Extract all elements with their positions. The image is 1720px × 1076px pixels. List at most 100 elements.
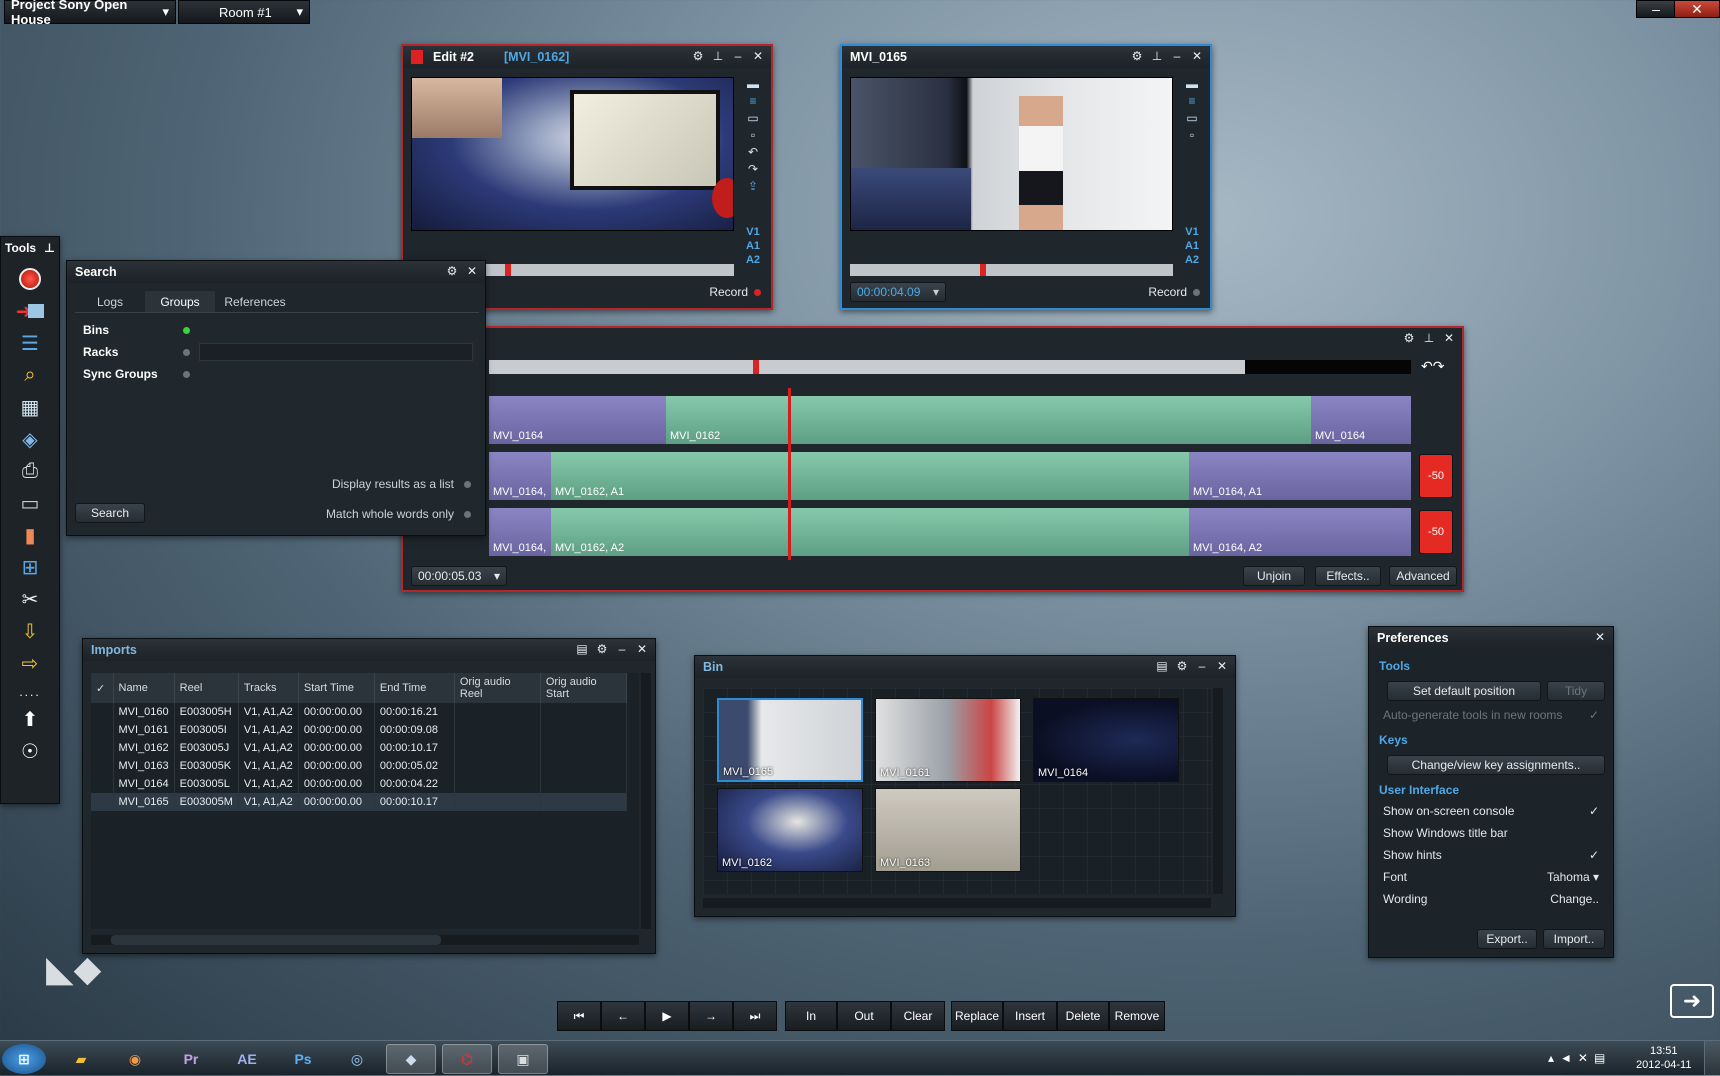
colorbars-tool-icon[interactable]: ▮ bbox=[15, 523, 45, 547]
minimize-icon[interactable]: – bbox=[1170, 49, 1184, 63]
redo-icon[interactable]: ↷ bbox=[748, 162, 758, 176]
clip-v-1[interactable]: MVI_0164 bbox=[489, 396, 666, 444]
unjoin-button[interactable]: Unjoin bbox=[1243, 566, 1305, 586]
close-icon[interactable]: ✕ bbox=[465, 264, 479, 278]
column-header[interactable]: ✓ bbox=[91, 673, 114, 703]
folder-icon[interactable]: ▬ bbox=[747, 77, 759, 91]
match-words-option[interactable]: Match whole words only bbox=[326, 507, 471, 521]
bin-clip-3[interactable]: MVI_0164 bbox=[1033, 698, 1179, 782]
clip-a1-3[interactable]: MVI_0164, A1 bbox=[1189, 452, 1411, 500]
undo-icon[interactable]: ↶ bbox=[748, 145, 758, 159]
window-icon[interactable]: ▭ bbox=[1186, 111, 1197, 125]
font-option[interactable]: Font Tahoma ▾ bbox=[1383, 867, 1599, 887]
close-icon[interactable]: ✕ bbox=[1442, 331, 1456, 345]
bin-clip-4[interactable]: MVI_0162 bbox=[717, 788, 863, 872]
search-button[interactable]: Search bbox=[75, 503, 145, 523]
step-back-button[interactable]: ← bbox=[601, 1001, 645, 1031]
bin-clip-2[interactable]: MVI_0161 bbox=[875, 698, 1021, 782]
app-icon[interactable]: ◆ bbox=[386, 1044, 436, 1074]
drive-tool-icon[interactable]: ▭ bbox=[15, 491, 45, 515]
settings-icon[interactable]: ⚙ bbox=[1130, 49, 1144, 63]
clear-button[interactable]: Clear bbox=[891, 1001, 945, 1031]
window-icon[interactable]: ▭ bbox=[747, 111, 758, 125]
track-a1[interactable]: A1 bbox=[746, 240, 760, 252]
tray-icons[interactable]: ▴◄✕▤ bbox=[1548, 1051, 1611, 1065]
fingerprint-tool-icon[interactable]: ☉ bbox=[15, 739, 45, 763]
pin-icon[interactable]: ⊥ bbox=[1422, 331, 1436, 345]
close-icon[interactable]: ✕ bbox=[1190, 49, 1204, 63]
tab-groups[interactable]: Groups bbox=[145, 291, 215, 312]
viewer-timecode[interactable]: 00:00:04.09 ▾ bbox=[850, 282, 946, 302]
download-tool-icon[interactable]: ⇩ bbox=[15, 619, 45, 643]
column-header[interactable]: Start Time bbox=[298, 673, 375, 703]
clip-a1-1[interactable]: MVI_0164, bbox=[489, 452, 551, 500]
pin-icon[interactable]: ⊥ bbox=[711, 49, 725, 63]
photoshop-icon[interactable]: Ps bbox=[278, 1044, 328, 1074]
set-default-position-button[interactable]: Set default position bbox=[1387, 681, 1541, 701]
column-header[interactable]: Orig audio Start bbox=[540, 673, 627, 703]
bin-hscrollbar[interactable] bbox=[703, 898, 1211, 908]
remove-button[interactable]: Remove bbox=[1109, 1001, 1165, 1031]
column-header[interactable]: Orig audio Reel bbox=[454, 673, 541, 703]
export-button[interactable]: Export.. bbox=[1477, 929, 1537, 949]
bin-clip-1[interactable]: MVI_0165 bbox=[717, 698, 863, 782]
clip-a2-3[interactable]: MVI_0164, A2 bbox=[1189, 508, 1411, 556]
minimize-icon[interactable]: – bbox=[1195, 659, 1209, 673]
print-tool-icon[interactable]: ⎙ bbox=[15, 459, 45, 483]
imports-hscrollbar[interactable] bbox=[91, 935, 639, 945]
track-a2[interactable]: A2 bbox=[746, 254, 760, 266]
console-option[interactable]: Show on-screen console ✓ bbox=[1383, 801, 1599, 821]
tab-references[interactable]: References bbox=[215, 291, 295, 312]
undo-redo-icons[interactable]: ↶↷ bbox=[1421, 358, 1444, 375]
timeline-playhead[interactable] bbox=[788, 388, 791, 560]
view-toggle-icon[interactable]: ▤ bbox=[575, 642, 589, 656]
bin-clip-5[interactable]: MVI_0163 bbox=[875, 788, 1021, 872]
delete-button[interactable]: Delete bbox=[1057, 1001, 1109, 1031]
auto-generate-option[interactable]: Auto-generate tools in new rooms ✓ bbox=[1383, 705, 1599, 725]
clock[interactable]: 13:51 2012-04-11 bbox=[1636, 1044, 1691, 1072]
wording-option[interactable]: Wording Change.. bbox=[1383, 889, 1599, 909]
minimize-button[interactable]: – bbox=[1636, 0, 1676, 18]
timeline-timecode[interactable]: 00:00:05.03 ▾ bbox=[411, 566, 507, 586]
advanced-button[interactable]: Advanced bbox=[1389, 566, 1457, 586]
column-header[interactable]: Name bbox=[113, 673, 175, 703]
playhead-marker[interactable] bbox=[505, 264, 511, 276]
settings-icon[interactable]: ⚙ bbox=[1175, 659, 1189, 673]
settings-icon[interactable]: ⚙ bbox=[691, 49, 705, 63]
close-icon[interactable]: ✕ bbox=[635, 642, 649, 656]
table-row[interactable]: MVI_0161 E003005I V1, A1,A2 00:00:00.00 00:0… bbox=[91, 721, 627, 739]
racks-toggle[interactable] bbox=[183, 349, 190, 356]
acrobat-icon[interactable]: ⌬ bbox=[442, 1044, 492, 1074]
import-button[interactable]: Import.. bbox=[1543, 929, 1605, 949]
play-button[interactable]: ▶ bbox=[645, 1001, 689, 1031]
settings-icon[interactable]: ⚙ bbox=[445, 264, 459, 278]
export-tool-icon[interactable]: ⇨ bbox=[15, 651, 45, 675]
close-icon[interactable]: ✕ bbox=[751, 49, 765, 63]
track-v1[interactable]: V1 bbox=[746, 226, 759, 238]
premiere-icon[interactable]: Pr bbox=[166, 1044, 216, 1074]
close-window-button[interactable]: ✕ bbox=[1674, 0, 1720, 18]
table-row[interactable]: MVI_0162 E003005J V1, A1,A2 00:00:00.00 00:0… bbox=[91, 739, 627, 757]
settings-icon[interactable]: ⚙ bbox=[595, 642, 609, 656]
column-header[interactable]: Tracks bbox=[238, 673, 299, 703]
tab-logs[interactable]: Logs bbox=[75, 291, 145, 312]
list-tool-icon[interactable]: ☰ bbox=[15, 331, 45, 355]
mark-out-button[interactable]: Out bbox=[837, 1001, 891, 1031]
edit-video-frame[interactable] bbox=[411, 77, 734, 231]
more-icon[interactable]: .... bbox=[1, 685, 59, 699]
window2-icon[interactable]: ▫ bbox=[1190, 128, 1194, 142]
column-header[interactable]: Reel bbox=[174, 673, 239, 703]
folder-icon[interactable]: ▬ bbox=[1186, 77, 1198, 91]
list-icon[interactable]: ≡ bbox=[1188, 94, 1195, 108]
scissors-tool-icon[interactable]: ✂ bbox=[15, 587, 45, 611]
racks-input[interactable] bbox=[199, 343, 473, 361]
chrome-icon[interactable]: ◉ bbox=[110, 1044, 160, 1074]
playhead-marker[interactable] bbox=[980, 264, 986, 276]
shark-icon[interactable]: ◣◆ bbox=[46, 948, 126, 990]
bins-toggle[interactable] bbox=[183, 327, 190, 334]
exit-icon[interactable]: ➜ bbox=[1670, 984, 1714, 1018]
table-row[interactable]: MVI_0164 E003005L V1, A1,A2 00:00:00.00 00:0… bbox=[91, 775, 627, 793]
clip-a1-2[interactable]: MVI_0162, A1 bbox=[551, 452, 1189, 500]
media-player-icon[interactable]: ◎ bbox=[332, 1044, 382, 1074]
clip-a2-1[interactable]: MVI_0164, bbox=[489, 508, 551, 556]
